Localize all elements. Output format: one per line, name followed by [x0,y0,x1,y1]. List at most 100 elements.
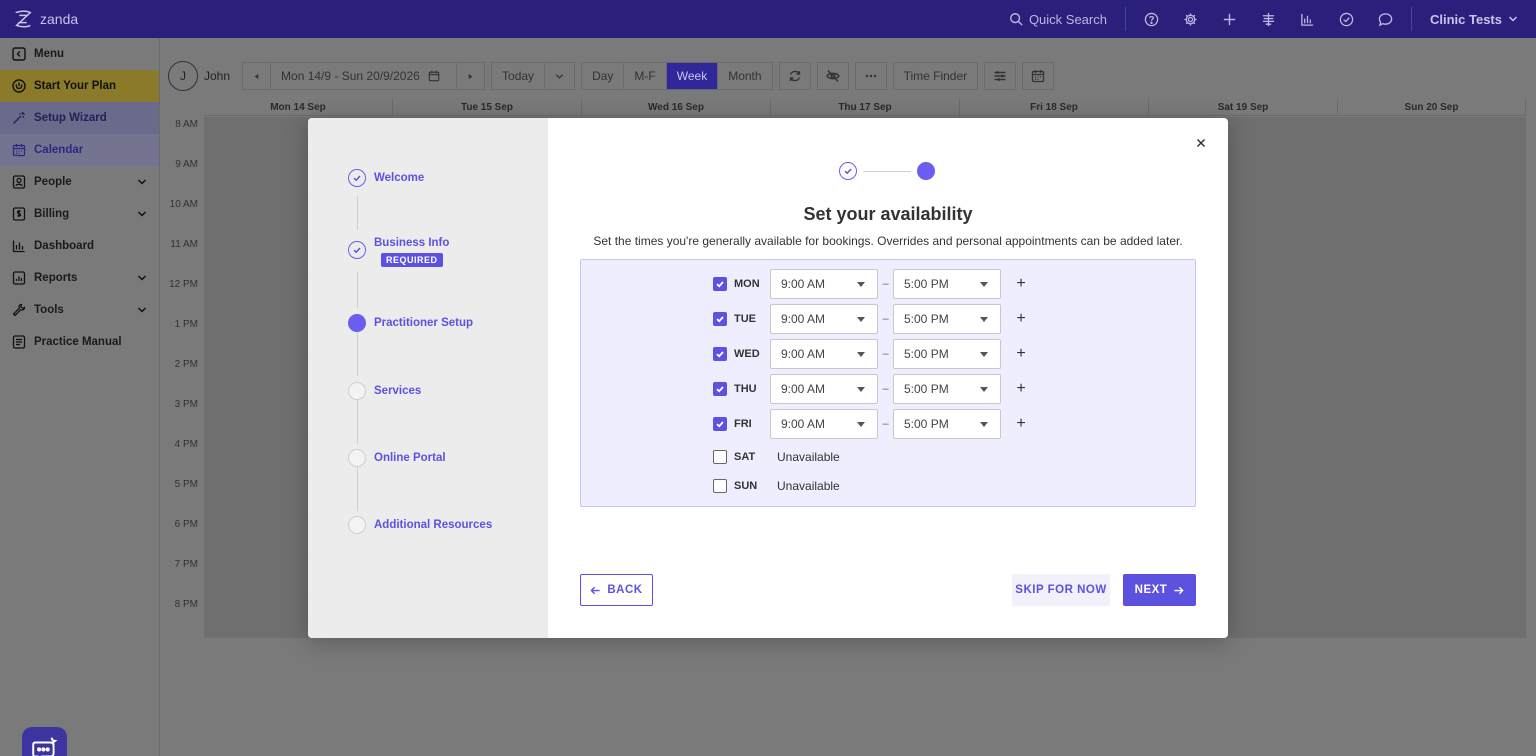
start-time-select[interactable]: 9:00 AM [770,339,878,369]
sidebar-item-practice-manual[interactable]: Practice Manual [0,326,159,358]
end-time-value: 5:00 PM [904,277,949,291]
sidebar: Menu Start Your Plan Setup Wizard Calend… [0,38,160,756]
next-week-button[interactable] [457,63,484,89]
add-time-range-button[interactable]: + [1011,415,1031,433]
sidebar-item-calendar[interactable]: Calendar [0,134,159,166]
sidebar-item-label: Start Your Plan [34,80,117,92]
step-label: Welcome [374,172,425,184]
day-checkbox[interactable] [713,312,727,326]
sidebar-item-people[interactable]: People [0,166,159,198]
end-time-select[interactable]: 5:00 PM [893,269,1001,299]
sidebar-item-menu[interactable]: Menu [0,38,159,70]
check-icon [353,175,361,182]
tasks-button[interactable] [1327,0,1366,38]
chevron-down-icon [137,307,147,313]
start-time-select[interactable]: 9:00 AM [770,374,878,404]
close-icon[interactable] [1194,136,1208,150]
caret-down-icon [857,352,865,357]
avatar[interactable]: J [168,61,198,91]
check-icon [353,247,361,254]
step-connector [357,272,358,308]
step-online-portal[interactable]: Online Portal [348,449,446,467]
hour-label: 4 PM [174,439,198,450]
zanda-logo-icon [15,10,32,28]
caret-down-icon [980,387,988,392]
view-month-button[interactable]: Month [718,63,771,89]
day-header: Thu 17 Sep [771,100,960,116]
clinic-switcher[interactable]: Clinic Tests [1418,12,1536,27]
next-button[interactable]: NEXT [1123,574,1196,606]
progress-step-current [917,162,935,180]
add-button[interactable] [1210,0,1249,38]
sidebar-item-tools[interactable]: Tools [0,294,159,326]
step-additional-resources[interactable]: Additional Resources [348,516,492,534]
day-checkbox[interactable] [713,417,727,431]
sidebar-item-dashboard[interactable]: Dashboard [0,230,159,262]
day-checkbox[interactable] [713,277,727,291]
messages-button[interactable] [1366,0,1405,38]
add-time-range-button[interactable]: + [1011,345,1031,363]
view-mf-button[interactable]: M-F [624,63,667,89]
help-button[interactable] [1132,0,1171,38]
day-checkbox[interactable] [713,450,727,464]
step-welcome[interactable]: Welcome [348,169,424,187]
view-day-button[interactable]: Day [582,63,625,89]
day-label: MON [734,278,760,290]
step-practitioner-setup[interactable]: Practitioner Setup [348,314,473,332]
date-range-picker[interactable]: Mon 14/9 - Sun 20/9/2026 [271,63,458,89]
prev-week-button[interactable] [243,63,272,89]
add-time-range-button[interactable]: + [1011,380,1031,398]
start-time-select[interactable]: 9:00 AM [770,409,878,439]
time-finder-button[interactable]: Time Finder [894,63,978,89]
day-checkbox[interactable] [713,382,727,396]
caret-down-icon [980,352,988,357]
calendar-picker-button[interactable] [1022,62,1055,90]
sidebar-item-setup-wizard[interactable]: Setup Wizard [0,102,159,134]
step-services[interactable]: Services [348,382,421,400]
wizard-steps-panel: Welcome Business Info REQUIRED Practitio… [308,118,548,638]
end-time-select[interactable]: 5:00 PM [893,339,1001,369]
day-checkbox[interactable] [713,479,727,493]
user-name: John [204,69,231,83]
sidebar-item-start-your-plan[interactable]: Start Your Plan [0,70,159,102]
back-button[interactable]: BACK [580,574,653,606]
sidebar-item-reports[interactable]: Reports [0,262,159,294]
sidebar-item-billing[interactable]: Billing [0,198,159,230]
day-checkbox[interactable] [713,347,727,361]
back-button-label: BACK [607,584,643,596]
skip-for-now-button[interactable]: SKIP FOR NOW [1012,574,1110,606]
calendar-filter-button[interactable] [984,62,1017,90]
arrow-right-icon [1174,586,1184,594]
end-time-select[interactable]: 5:00 PM [893,374,1001,404]
end-time-select[interactable]: 5:00 PM [893,409,1001,439]
chevron-down-icon [137,211,147,217]
view-week-button[interactable]: Week [666,63,719,89]
unavailable-label: Unavailable [777,450,840,464]
refresh-button[interactable] [778,62,811,90]
chat-bubble-icon [1378,12,1393,26]
end-time-select[interactable]: 5:00 PM [893,304,1001,334]
time-finder-control: Time Finder [892,62,979,90]
check-icon [716,281,724,288]
filter-button[interactable] [1249,0,1288,38]
range-separator: – [882,348,889,360]
start-time-value: 9:00 AM [781,277,826,291]
hide-button[interactable] [816,62,849,90]
add-time-range-button[interactable]: + [1011,275,1031,293]
start-time-value: 9:00 AM [781,347,826,361]
quick-search-button[interactable]: Quick Search [997,12,1119,27]
today-button[interactable]: Today [492,63,546,89]
zanda-logo[interactable]: zanda [0,8,160,30]
more-options-button[interactable] [854,62,887,90]
settings-button[interactable] [1171,0,1210,38]
add-time-range-button[interactable]: + [1011,310,1031,328]
reports-chart-button[interactable] [1288,0,1327,38]
today-dropdown[interactable] [545,63,574,89]
chat-support-button[interactable] [22,727,67,756]
start-time-select[interactable]: 9:00 AM [770,269,878,299]
start-time-select[interactable]: 9:00 AM [770,304,878,334]
caret-down-icon [980,317,988,322]
step-business-info[interactable]: Business Info REQUIRED [348,234,449,267]
step-label: Services [374,385,422,397]
end-time-value: 5:00 PM [904,347,949,361]
